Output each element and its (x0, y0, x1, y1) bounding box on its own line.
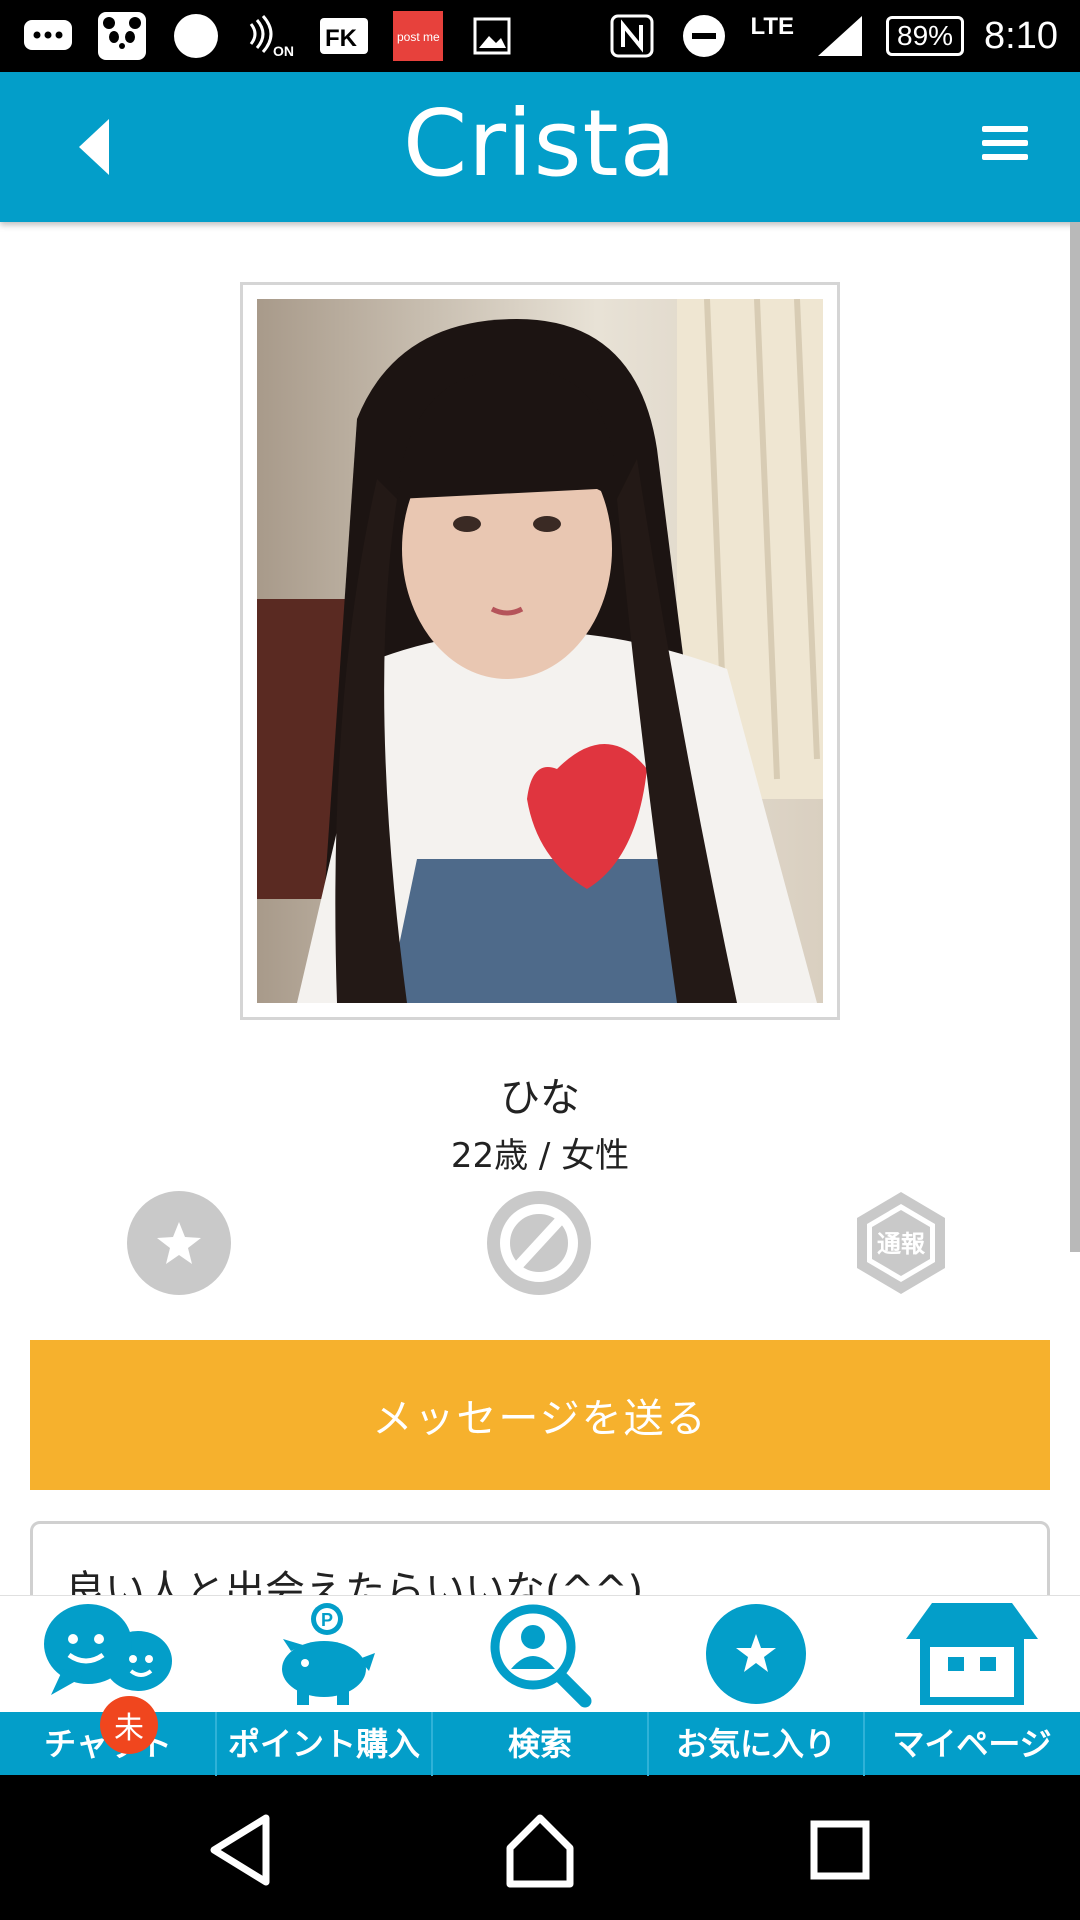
nav-divider (647, 1712, 649, 1776)
profile-name: ひな (500, 1075, 580, 1121)
app-title: Crista (402, 90, 677, 197)
nav-chat[interactable]: チャット 未 (0, 1596, 216, 1776)
star-icon (127, 1191, 231, 1295)
house-icon (864, 1596, 1080, 1712)
nfc-icon (606, 14, 658, 58)
nav-search-label: 検索 (507, 1725, 572, 1763)
battery-indicator: 89% (886, 16, 965, 56)
system-nav-bar (0, 1775, 1080, 1920)
recents-icon (810, 1820, 870, 1880)
signal-icon (814, 14, 866, 58)
block-button[interactable] (486, 1190, 592, 1296)
chat-bubbles-icon (0, 1596, 216, 1712)
system-status: LTE 89% 8:10 (606, 10, 1058, 62)
status-bar: ON FK post me LTE 89% 8:10 (0, 0, 1080, 72)
nfc-on-icon: ON (244, 14, 296, 58)
profile-photo[interactable] (257, 299, 823, 1003)
nav-mypage[interactable]: マイページ (864, 1596, 1080, 1776)
circle-icon (170, 14, 222, 58)
nav-divider (863, 1712, 865, 1776)
report-hexagon-icon: 通報 (857, 1192, 945, 1294)
back-icon (210, 1814, 270, 1886)
nav-mypage-label: マイページ (892, 1725, 1052, 1763)
fk-app-icon: FK (318, 14, 370, 58)
send-message-button[interactable]: メッセージを送る (30, 1340, 1050, 1490)
nav-favorites[interactable]: お気に入り (648, 1596, 864, 1776)
notification-icons: ON FK post me (22, 10, 518, 62)
menu-button[interactable] (970, 118, 1040, 178)
clock: 8:10 (984, 14, 1058, 57)
system-recents-button[interactable] (800, 1810, 880, 1890)
system-back-button[interactable] (200, 1810, 280, 1890)
postme-app-icon: post me (392, 11, 444, 61)
svg-text:post me: post me (397, 30, 440, 44)
network-type: LTE (750, 13, 795, 40)
app-header: Crista (0, 72, 1080, 222)
svg-text:ON: ON (273, 43, 294, 58)
system-home-button[interactable] (500, 1810, 580, 1890)
profile-age-gender: 22歳 / 女性 (450, 1136, 630, 1176)
favorite-button[interactable] (126, 1190, 232, 1296)
search-user-icon (432, 1596, 648, 1712)
block-icon (487, 1191, 591, 1295)
home-icon (506, 1814, 574, 1888)
gallery-icon (466, 14, 518, 58)
do-not-disturb-icon (678, 14, 730, 58)
nav-search[interactable]: 検索 (432, 1596, 648, 1776)
piggy-bank-icon: P (216, 1596, 432, 1712)
panda-app-icon (96, 12, 148, 60)
nav-divider (215, 1712, 217, 1776)
unread-badge: 未 (100, 1696, 158, 1754)
report-label: 通報 (877, 1230, 926, 1258)
nav-buy-points[interactable]: P ポイント購入 (216, 1596, 432, 1776)
profile-photo-frame (240, 282, 840, 1020)
star-circle-icon (648, 1596, 864, 1712)
svg-text:P: P (321, 1610, 333, 1630)
nav-divider (431, 1712, 433, 1776)
svg-text:FK: FK (325, 25, 358, 52)
bottom-nav: チャット 未 P ポイント購入 (0, 1595, 1080, 1776)
report-button[interactable]: 通報 (848, 1190, 954, 1296)
message-icon (22, 14, 74, 58)
nav-buy-points-label: ポイント購入 (227, 1725, 420, 1763)
nav-favorites-label: お気に入り (675, 1725, 836, 1763)
hamburger-menu-icon (982, 126, 1028, 132)
